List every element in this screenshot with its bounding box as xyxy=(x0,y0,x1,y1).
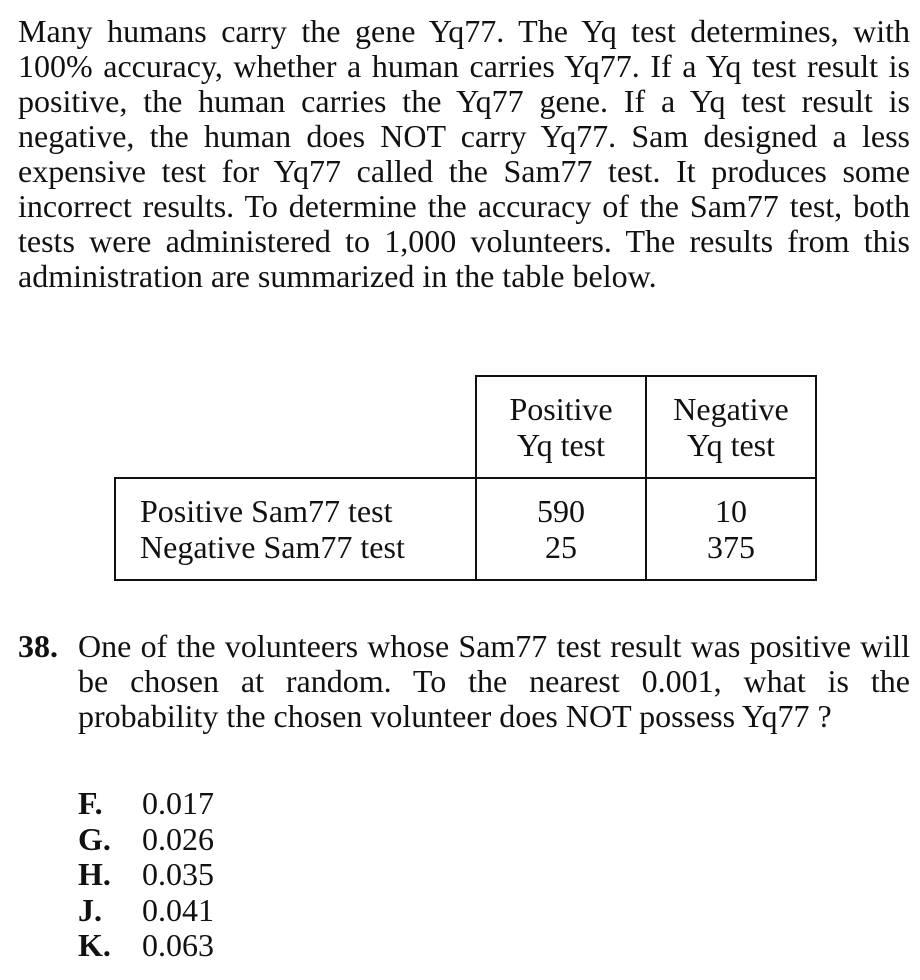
choice-value: 0.026 xyxy=(142,820,214,857)
question-block: 38. One of the volunteers whose Sam77 te… xyxy=(18,629,910,734)
answer-choice[interactable]: G. 0.026 xyxy=(78,820,214,858)
positive-yq-values-cell: 590 25 xyxy=(475,477,647,581)
results-table: Positive Yq test Negative Yq test Positi… xyxy=(114,375,817,581)
answer-choice[interactable]: J. 0.041 xyxy=(78,891,214,929)
table-body-row: Positive Sam77 test Negative Sam77 test … xyxy=(114,477,817,581)
table-cell-value: 25 xyxy=(545,529,577,565)
choice-value: 0.017 xyxy=(142,785,214,821)
row-labels-cell: Positive Sam77 test Negative Sam77 test xyxy=(114,477,477,581)
table-corner-cell xyxy=(115,376,477,479)
choice-letter: H. xyxy=(78,856,111,892)
answer-choice[interactable]: H. 0.035 xyxy=(78,856,214,893)
choice-value: 0.035 xyxy=(142,856,214,892)
column-header-line: Positive xyxy=(509,391,613,427)
column-header-line: Negative xyxy=(673,391,789,427)
choice-letter: K. xyxy=(78,927,111,963)
table-cell-value: 590 xyxy=(537,493,585,529)
row-label-negative-sam77: Negative Sam77 test xyxy=(140,529,405,565)
choice-value: 0.041 xyxy=(142,891,214,928)
choice-value: 0.063 xyxy=(142,927,214,963)
table-header-row: Positive Yq test Negative Yq test xyxy=(115,375,817,479)
column-header-negative-yq: Negative Yq test xyxy=(645,375,817,479)
table-cell-value: 10 xyxy=(715,493,747,529)
table-cell-value: 375 xyxy=(707,529,755,565)
column-header-line: Yq test xyxy=(687,427,775,463)
choice-letter: F. xyxy=(78,785,103,821)
passage-text: Many humans carry the gene Yq77. The Yq … xyxy=(18,13,910,294)
question-number: 38. xyxy=(18,628,58,664)
column-header-positive-yq: Positive Yq test xyxy=(475,375,647,479)
choice-letter: J. xyxy=(78,891,102,928)
answer-choices: F. 0.017 G. 0.026 H. 0.035 J. 0.041 K. 0… xyxy=(78,785,214,964)
question-text: One of the volunteers whose Sam77 test r… xyxy=(78,628,910,734)
answer-choice[interactable]: K. 0.063 xyxy=(78,927,214,964)
row-label-positive-sam77: Positive Sam77 test xyxy=(140,493,393,529)
choice-letter: G. xyxy=(78,820,111,857)
column-header-line: Yq test xyxy=(517,427,605,463)
negative-yq-values-cell: 10 375 xyxy=(645,477,817,581)
answer-choice[interactable]: F. 0.017 xyxy=(78,785,214,822)
